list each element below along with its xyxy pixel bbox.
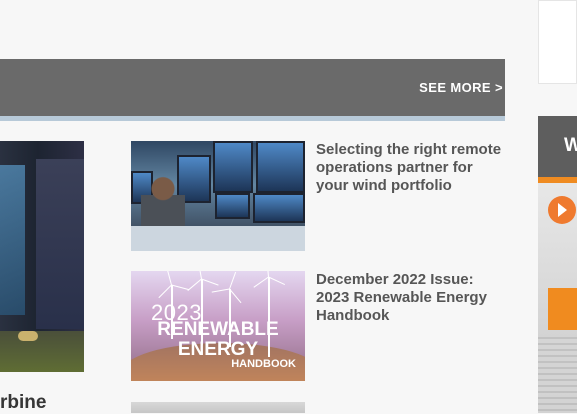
feature-image-screen-left <box>0 165 25 315</box>
see-more-link[interactable]: SEE MORE > <box>419 80 503 95</box>
monitor-screen <box>253 193 305 223</box>
thumbnail-main-text: RENEWABLE ENERGY <box>157 319 279 360</box>
feature-story-title[interactable]: rbine <box>0 392 46 414</box>
turbine-blade <box>229 271 237 290</box>
sidebar-promo-cta[interactable] <box>548 288 577 330</box>
article-thumbnail[interactable] <box>131 402 305 413</box>
operator-desk <box>131 226 305 251</box>
sidebar-card <box>538 0 577 84</box>
feature-image-desk <box>0 331 84 372</box>
sidebar-promo-header: W <box>538 116 577 177</box>
feature-story-image[interactable] <box>0 141 84 372</box>
monitor-screen <box>215 193 250 219</box>
sidebar-promo[interactable]: W <box>538 116 577 413</box>
section-header-underline <box>0 116 505 121</box>
article-link[interactable]: Selecting the right remote operations pa… <box>316 141 501 194</box>
article-thumbnail[interactable]: 2023 RENEWABLE ENERGY HANDBOOK <box>131 271 305 381</box>
turbine-blade <box>253 276 269 288</box>
main-content: SEE MORE > rbine Selecting the right rem… <box>0 0 530 413</box>
thumbnail-subtitle-text: HANDBOOK <box>231 358 296 370</box>
feature-image-light <box>18 331 38 341</box>
article-link[interactable]: December 2022 Issue: 2023 Renewable Ener… <box>316 271 487 324</box>
turbine-blade <box>187 278 202 291</box>
turbine-blade <box>166 271 172 286</box>
article-title[interactable]: December 2022 Issue: 2023 Renewable Ener… <box>316 271 506 325</box>
monitor-screen <box>213 141 253 193</box>
sidebar-promo-accent-bar <box>538 177 577 183</box>
article-title[interactable]: Selecting the right remote operations pa… <box>316 141 506 195</box>
turbine-blade <box>211 288 230 293</box>
sidebar-promo-stripes <box>538 337 577 413</box>
sidebar-promo-header-text: W <box>564 135 577 156</box>
feature-image-screen-right <box>36 159 84 329</box>
monitor-screen <box>256 141 305 193</box>
article-thumbnail[interactable] <box>131 141 305 251</box>
turbine-blade <box>268 276 286 286</box>
play-icon[interactable] <box>548 196 576 224</box>
turbine-blade <box>158 284 172 299</box>
turbine-blade <box>201 278 219 286</box>
